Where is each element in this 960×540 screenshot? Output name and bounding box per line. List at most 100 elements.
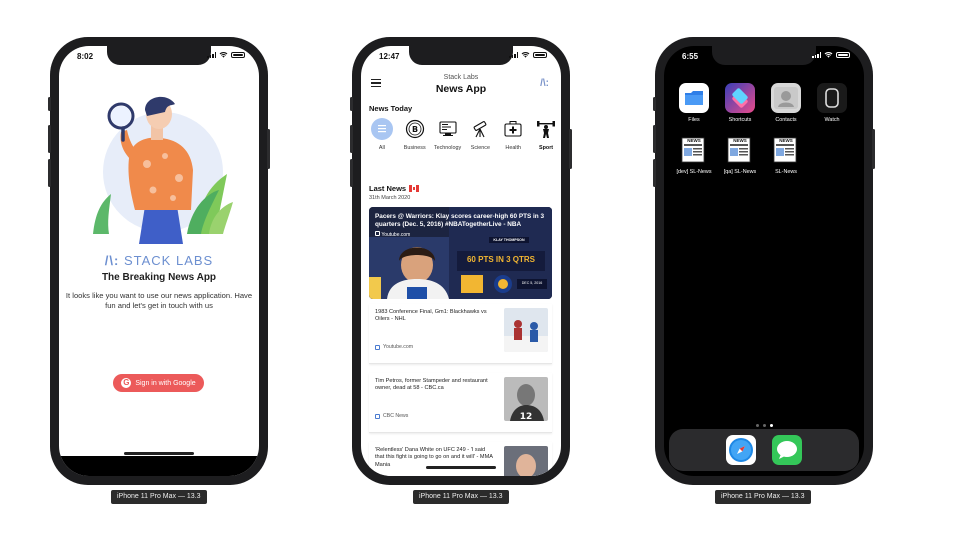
app-sl-news[interactable]: NEWS SL-News (770, 135, 802, 175)
app-files[interactable]: Files (678, 83, 710, 123)
category-label: Technology (433, 145, 462, 151)
telescope-icon (469, 118, 491, 140)
featured-news-card[interactable]: Pacers @ Warriors: Klay scores career-hi… (369, 207, 552, 299)
stack-labs-logo-icon: /\: (540, 78, 549, 89)
app-label: SL-News (775, 169, 797, 175)
app-description: It looks like you want to use our news a… (65, 291, 253, 310)
home-indicator[interactable] (426, 466, 496, 469)
app-subtitle: Stack Labs (443, 74, 479, 81)
app-title: News App (435, 83, 487, 95)
news-icon-text: NEWS (779, 137, 793, 143)
volume-down-button (48, 159, 51, 187)
simulator-stage: 8:02 /\: STACK LABS The Breaking News Ap… (0, 0, 960, 540)
category-label: Science (470, 145, 490, 151)
status-time: 12:47 (379, 52, 400, 61)
status-time: 6:55 (682, 52, 699, 61)
category-technology[interactable]: Technology (433, 118, 463, 162)
brand-name: STACK LABS (123, 253, 214, 268)
bottom-bar (59, 456, 259, 476)
weightlifter-icon (535, 118, 557, 140)
signal-icon (207, 52, 216, 58)
last-news-heading: Last News (369, 184, 420, 193)
category-business[interactable]: B Business (400, 118, 430, 162)
news-icon-text: NEWS (733, 137, 747, 143)
category-label: Business (403, 145, 426, 151)
news-date: 31th March 2020 (369, 195, 411, 201)
wifi-icon (824, 52, 833, 58)
device-caption: iPhone 11 Pro Max — 13.3 (715, 490, 811, 504)
news-thumbnail (504, 446, 548, 476)
news-item[interactable]: 1983 Conference Final, Gm1: Blackhawks v… (369, 304, 552, 364)
brand-logo: /\: STACK LABS (59, 253, 259, 268)
news-app-icon: NEWS (679, 135, 709, 165)
category-list: All B Business Technology Science Health… (367, 118, 561, 162)
list-icon (370, 118, 393, 140)
power-button (267, 129, 270, 169)
app-contacts[interactable]: Contacts (770, 83, 802, 123)
screen: 12:47 Stack Labs News App /\: News Today (361, 46, 561, 476)
power-button (569, 129, 572, 169)
battery-icon (836, 52, 850, 58)
phone-home-screen: 6:55 Files Shortcuts Contacts Watch NEWS… (653, 37, 875, 485)
screen: 6:55 Files Shortcuts Contacts Watch NEWS… (664, 46, 864, 476)
category-label: All (378, 145, 385, 151)
app-qa-sl-news[interactable]: NEWS [qa] SL-News (724, 135, 756, 176)
source-label: CBC News (383, 413, 409, 419)
side-button (48, 97, 51, 111)
home-indicator[interactable] (124, 452, 194, 455)
volume-up-button (350, 125, 353, 153)
category-health[interactable]: Health (498, 118, 528, 162)
brand-mark: /\: (104, 253, 120, 268)
status-bar: 12:47 (361, 46, 561, 66)
volume-down-button (350, 159, 353, 187)
app-label: Files (688, 117, 700, 123)
news-thumbnail: 12 (504, 377, 548, 421)
image-headline: 60 PTS IN 3 QTRS (466, 255, 536, 264)
device-caption: iPhone 11 Pro Max — 13.3 (413, 490, 509, 504)
app-watch[interactable]: Watch (816, 83, 848, 123)
category-label: Health (505, 145, 522, 151)
phone-login: 8:02 /\: STACK LABS The Breaking News Ap… (48, 37, 270, 485)
messages-icon[interactable] (772, 435, 802, 465)
person-magnifier-illustration (93, 96, 233, 244)
app-dev-sl-news[interactable]: NEWS [dev] SL-News (676, 135, 711, 176)
app-title: The Breaking News App (101, 272, 217, 283)
news-today-heading: News Today (369, 104, 413, 113)
watch-icon (817, 83, 847, 113)
featured-news-title: Pacers @ Warriors: Klay scores career-hi… (375, 213, 545, 229)
app-label: Shortcuts (728, 117, 752, 123)
google-signin-button[interactable]: G Sign in with Google (113, 374, 204, 392)
status-time: 8:02 (77, 52, 94, 61)
category-all[interactable]: All (367, 118, 397, 162)
category-sport[interactable]: Sport (531, 118, 561, 162)
category-science[interactable]: Science (465, 118, 495, 162)
app-shortcuts[interactable]: Shortcuts (724, 83, 756, 123)
last-news-label: Last News (369, 184, 407, 193)
phone-news-app: 12:47 Stack Labs News App /\: News Today (350, 37, 572, 485)
status-bar: 6:55 (664, 46, 864, 66)
external-link-icon (375, 344, 380, 350)
source-label: Youtube.com (381, 232, 411, 238)
power-button (872, 129, 875, 169)
news-source: CBC News (375, 413, 408, 419)
external-link-icon (375, 231, 380, 236)
device-caption: iPhone 11 Pro Max — 13.3 (111, 490, 207, 504)
image-player-name: KLAY THOMPSON (493, 238, 525, 242)
canada-flag-icon (409, 185, 420, 192)
google-icon: G (121, 378, 132, 388)
source-label: Youtube.com (383, 344, 414, 350)
status-bar: 8:02 (59, 46, 259, 66)
news-item[interactable]: Tim Petros, former Stampeder and restaur… (369, 373, 552, 433)
signal-icon (812, 52, 821, 58)
signal-icon (509, 52, 518, 58)
news-item[interactable]: 'Relentless' Dana White on UFC 249 - 'I … (369, 442, 552, 476)
wifi-icon (219, 52, 228, 58)
computer-icon (437, 118, 459, 140)
category-label: Sport (539, 145, 554, 151)
shortcuts-icon (725, 83, 755, 113)
news-app-icon: NEWS (771, 135, 801, 165)
volume-up-button (653, 125, 656, 153)
news-thumbnail (504, 308, 548, 352)
featured-news-source: Youtube.com (375, 231, 410, 238)
safari-icon[interactable] (726, 435, 756, 465)
